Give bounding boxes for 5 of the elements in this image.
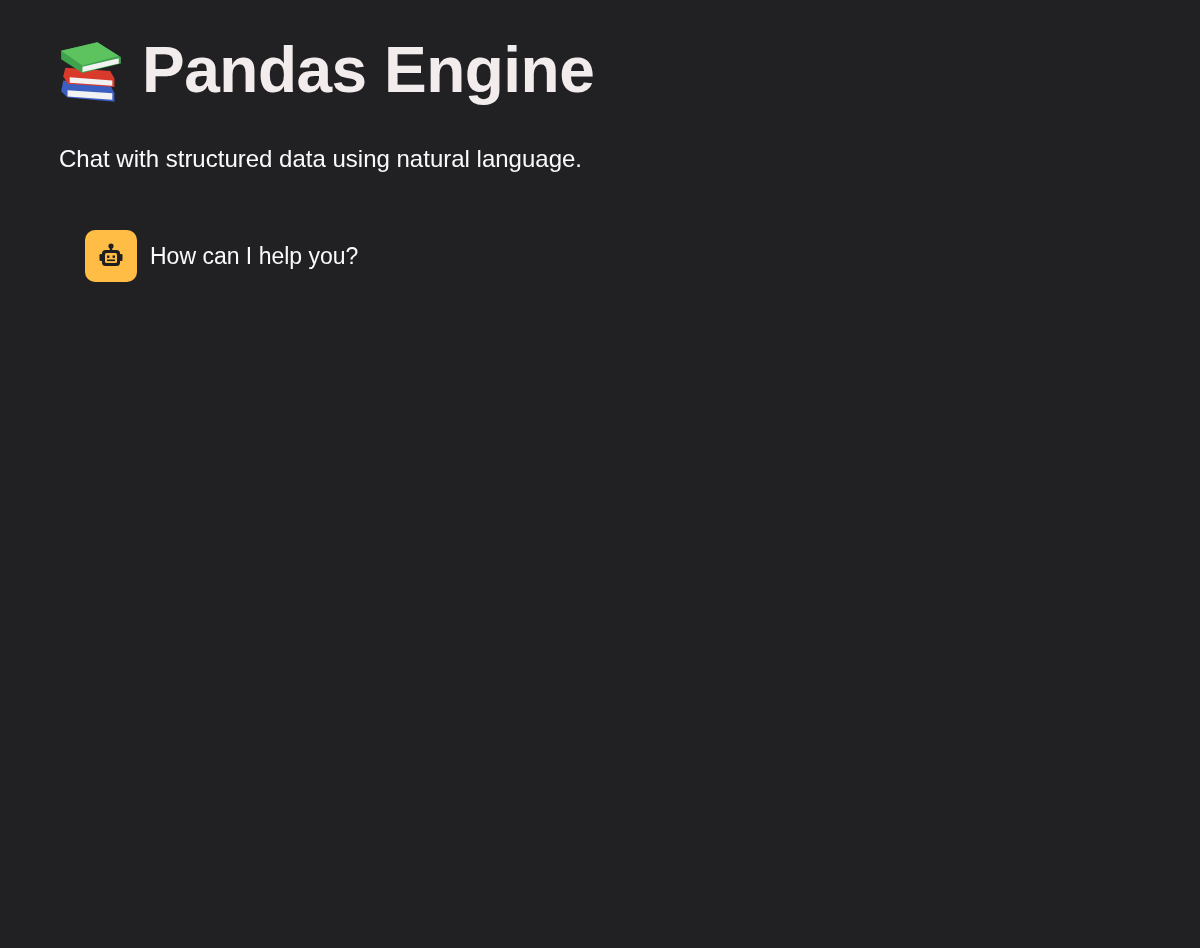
page-title: Pandas Engine [142, 33, 595, 108]
page-subtitle: Chat with structured data using natural language. [59, 144, 582, 174]
books-icon [59, 40, 123, 104]
chat-message: How can I help you? [150, 242, 359, 271]
robot-avatar-icon [85, 230, 137, 282]
